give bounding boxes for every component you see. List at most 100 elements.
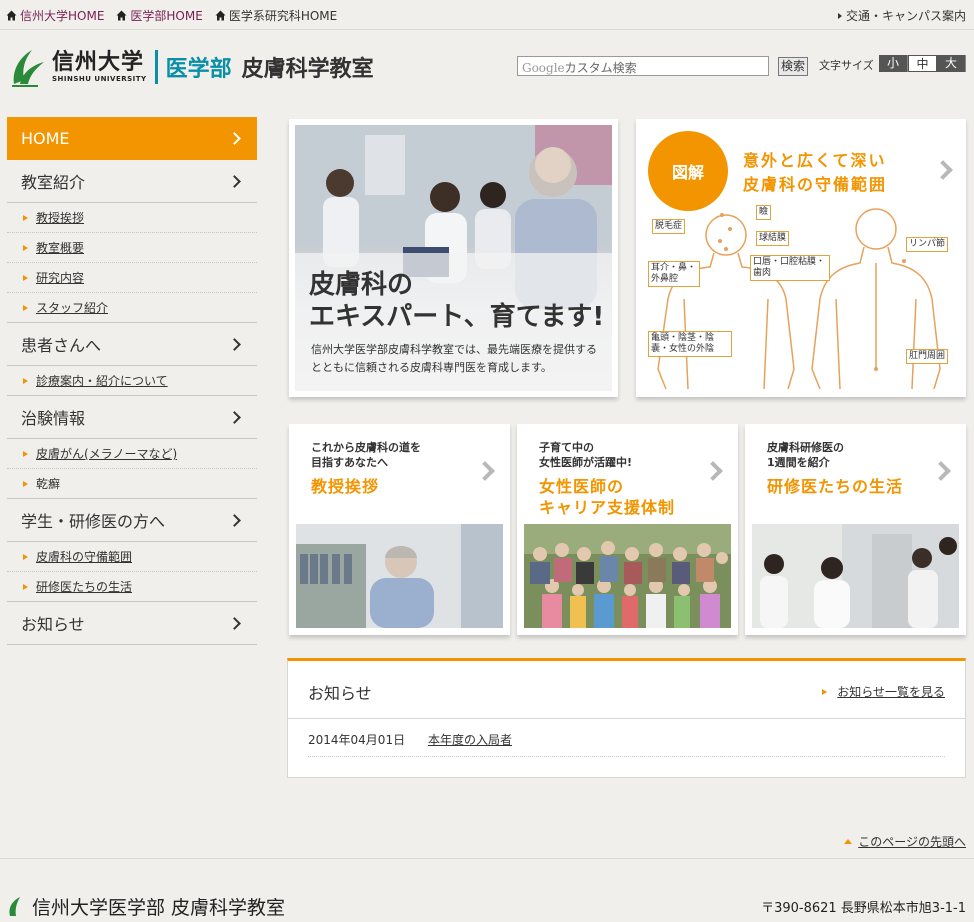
home-icon: [6, 10, 17, 21]
university-name-jp: 信州大学: [52, 50, 145, 75]
news-item-link[interactable]: 本年度の入局者: [428, 731, 512, 756]
sidebar-nav: HOME 教室紹介 教授挨拶 教室概要 研究内容 スタッフ紹介 患者さんへ 診療…: [7, 117, 257, 645]
sidebar-subitem-residents-life[interactable]: 研修医たちの生活: [7, 572, 257, 602]
chevron-right-icon: [228, 513, 241, 527]
top-links: 信州大学HOME 医学部HOME 医学系研究科HOME: [6, 7, 337, 24]
university-name: 信州大学 SHINSHU UNIVERSITY: [52, 50, 147, 84]
medicine-home-link[interactable]: 医学部HOME: [116, 7, 203, 24]
card-residents-life[interactable]: 皮膚科研修医の 1週間を紹介 研修医たちの生活: [745, 424, 966, 635]
news-header: お知らせ お知らせ一覧を見る: [288, 661, 965, 719]
bullet-icon: [23, 274, 28, 281]
hero-headline-line2: エキスパート、育てます!: [309, 302, 605, 332]
footer-address: 〒390-8621 長野県松本市旭3-1-1: [761, 901, 966, 916]
chevron-right-icon: [228, 616, 241, 630]
sidebar-item-home[interactable]: HOME: [7, 117, 257, 160]
card-title: 研修医たちの生活: [767, 476, 903, 497]
tag-ear-nose: 耳介・鼻・外鼻腔: [648, 261, 700, 287]
google-brand: Google: [522, 61, 565, 75]
sidebar-item-label: 患者さんへ: [21, 336, 102, 355]
sidebar-subitem-label: 研究内容: [36, 271, 85, 285]
shinshu-home-label: 信州大学HOME: [20, 9, 105, 23]
chevron-right-icon: [228, 132, 241, 145]
zukai-title-line2: 皮膚科の守備範囲: [743, 175, 888, 194]
group-photo: [524, 524, 731, 628]
news-title: お知らせ: [308, 684, 372, 703]
news-more-label: お知らせ一覧を見る: [837, 685, 945, 699]
page-top-link[interactable]: このページの先頭へ: [844, 833, 966, 850]
sidebar-subitem-label: 研修医たちの生活: [36, 580, 133, 594]
bullet-icon: [23, 214, 28, 221]
sidebar-subitem-label: 皮膚がん(メラノーマなど): [36, 447, 178, 461]
search-placeholder: カスタム検索: [564, 61, 637, 75]
sidebar-subitem-label: 診療案内・紹介について: [36, 374, 168, 388]
sidebar-subitem-label: 乾癬: [36, 477, 61, 491]
bullet-icon: [23, 244, 28, 251]
bullet-icon: [23, 583, 28, 590]
bullet-icon: [23, 377, 28, 384]
card-professor-greeting[interactable]: これから皮膚科の道を 目指すあなたへ 教授挨拶: [289, 424, 510, 635]
sidebar-item-news[interactable]: お知らせ: [7, 602, 257, 645]
hero-banner[interactable]: 皮膚科の エキスパート、育てます! 信州大学医学部皮膚科学教室では、最先端医療を…: [289, 119, 618, 397]
top-bar: 信州大学HOME 医学部HOME 医学系研究科HOME 交通・キャンパス案内: [0, 0, 974, 30]
chevron-right-icon: [931, 461, 951, 481]
footer-name-label: 信州大学医学部 皮膚科学教室: [32, 897, 286, 919]
access-link[interactable]: 交通・キャンパス案内: [837, 7, 966, 24]
chevron-right-icon: [228, 410, 241, 424]
shinshu-logo-icon: [12, 50, 44, 87]
search-button[interactable]: 検索: [778, 57, 808, 76]
sidebar-item-label: 学生・研修医の方へ: [21, 512, 166, 531]
tag-lips-oral: 口唇・口腔粘膜・歯肉: [750, 255, 830, 281]
search-input[interactable]: Googleカスタム検索: [517, 56, 769, 76]
sidebar-item-label: お知らせ: [21, 615, 85, 634]
card-subtitle-line1: 皮膚科研修医の: [767, 441, 844, 454]
news-item: 2014年04月01日 本年度の入局者: [308, 731, 945, 757]
sidebar-subitem-scope[interactable]: 皮膚科の守備範囲: [7, 542, 257, 572]
sidebar-subitem-research[interactable]: 研究内容: [7, 263, 257, 293]
card-subtitle-line1: 子育て中の: [539, 441, 594, 454]
sidebar-subitem-consultation[interactable]: 診療案内・紹介について: [7, 366, 257, 396]
sidebar-item-label: HOME: [21, 129, 70, 148]
sidebar-item-students[interactable]: 学生・研修医の方へ: [7, 499, 257, 542]
university-name-en: SHINSHU UNIVERSITY: [52, 75, 147, 83]
font-size-medium-button[interactable]: 中: [908, 55, 937, 72]
sidebar-item-clinical-trials[interactable]: 治験情報: [7, 396, 257, 439]
font-size-small-button[interactable]: 小: [879, 55, 908, 72]
graduate-home-link[interactable]: 医学系研究科HOME: [215, 7, 337, 24]
font-size-large-button[interactable]: 大: [937, 55, 966, 72]
chevron-right-icon: [703, 461, 723, 481]
site-logo[interactable]: 信州大学 SHINSHU UNIVERSITY 医学部 皮膚科学教室: [8, 42, 374, 92]
chevron-right-icon: [228, 174, 241, 188]
card-women-doctors[interactable]: 子育て中の 女性医師が活躍中! 女性医師の キャリア支援体制: [517, 424, 738, 635]
home-icon: [116, 10, 127, 21]
faculty-name: 医学部: [165, 57, 232, 82]
hero-headline: 皮膚科の エキスパート、育てます!: [309, 269, 604, 333]
bullet-icon: [23, 553, 28, 560]
sidebar-item-patients[interactable]: 患者さんへ: [7, 323, 257, 366]
card-title: 教授挨拶: [311, 476, 379, 497]
zukai-title-line1: 意外と広くて深い: [743, 151, 887, 170]
arrow-up-icon: [844, 839, 853, 844]
page-top-label: このページの先頭へ: [858, 835, 966, 849]
sidebar-subitem-label: 教室概要: [36, 241, 85, 255]
logo-divider: [154, 50, 158, 84]
card-subtitle: 子育て中の 女性医師が活躍中!: [539, 440, 632, 470]
tag-conjunctiva: 球結膜: [756, 231, 790, 246]
news-section: お知らせ お知らせ一覧を見る 2014年04月01日 本年度の入局者: [287, 658, 966, 778]
news-date: 2014年04月01日: [308, 733, 406, 747]
sidebar-subitem-overview[interactable]: 教室概要: [7, 233, 257, 263]
department-name: 皮膚科学教室: [241, 57, 374, 82]
news-more-link[interactable]: お知らせ一覧を見る: [822, 683, 945, 700]
sidebar-subitem-label: 皮膚科の守備範囲: [36, 550, 133, 564]
zukai-title: 意外と広くて深い 皮膚科の守備範囲: [743, 149, 887, 197]
sidebar-subitem-greeting[interactable]: 教授挨拶: [7, 203, 257, 233]
shinshu-home-link[interactable]: 信州大学HOME: [6, 7, 104, 24]
sidebar-subitem-staff[interactable]: スタッフ紹介: [7, 293, 257, 323]
home-icon: [215, 10, 226, 21]
sidebar-subitem-psoriasis[interactable]: 乾癬: [7, 469, 257, 499]
dermatology-scope-banner[interactable]: 図解 意外と広くて深い 皮膚科の守備範囲 脱毛症 瞼 球結膜 耳介・鼻・外鼻腔 …: [636, 119, 966, 397]
sidebar-item-about[interactable]: 教室紹介: [7, 160, 257, 203]
hero-headline-line1: 皮膚科の: [309, 270, 414, 300]
residents-photo: [752, 524, 959, 628]
sidebar-subitem-skin-cancer[interactable]: 皮膚がん(メラノーマなど): [7, 439, 257, 469]
card-subtitle-line1: これから皮膚科の道を: [311, 441, 421, 454]
